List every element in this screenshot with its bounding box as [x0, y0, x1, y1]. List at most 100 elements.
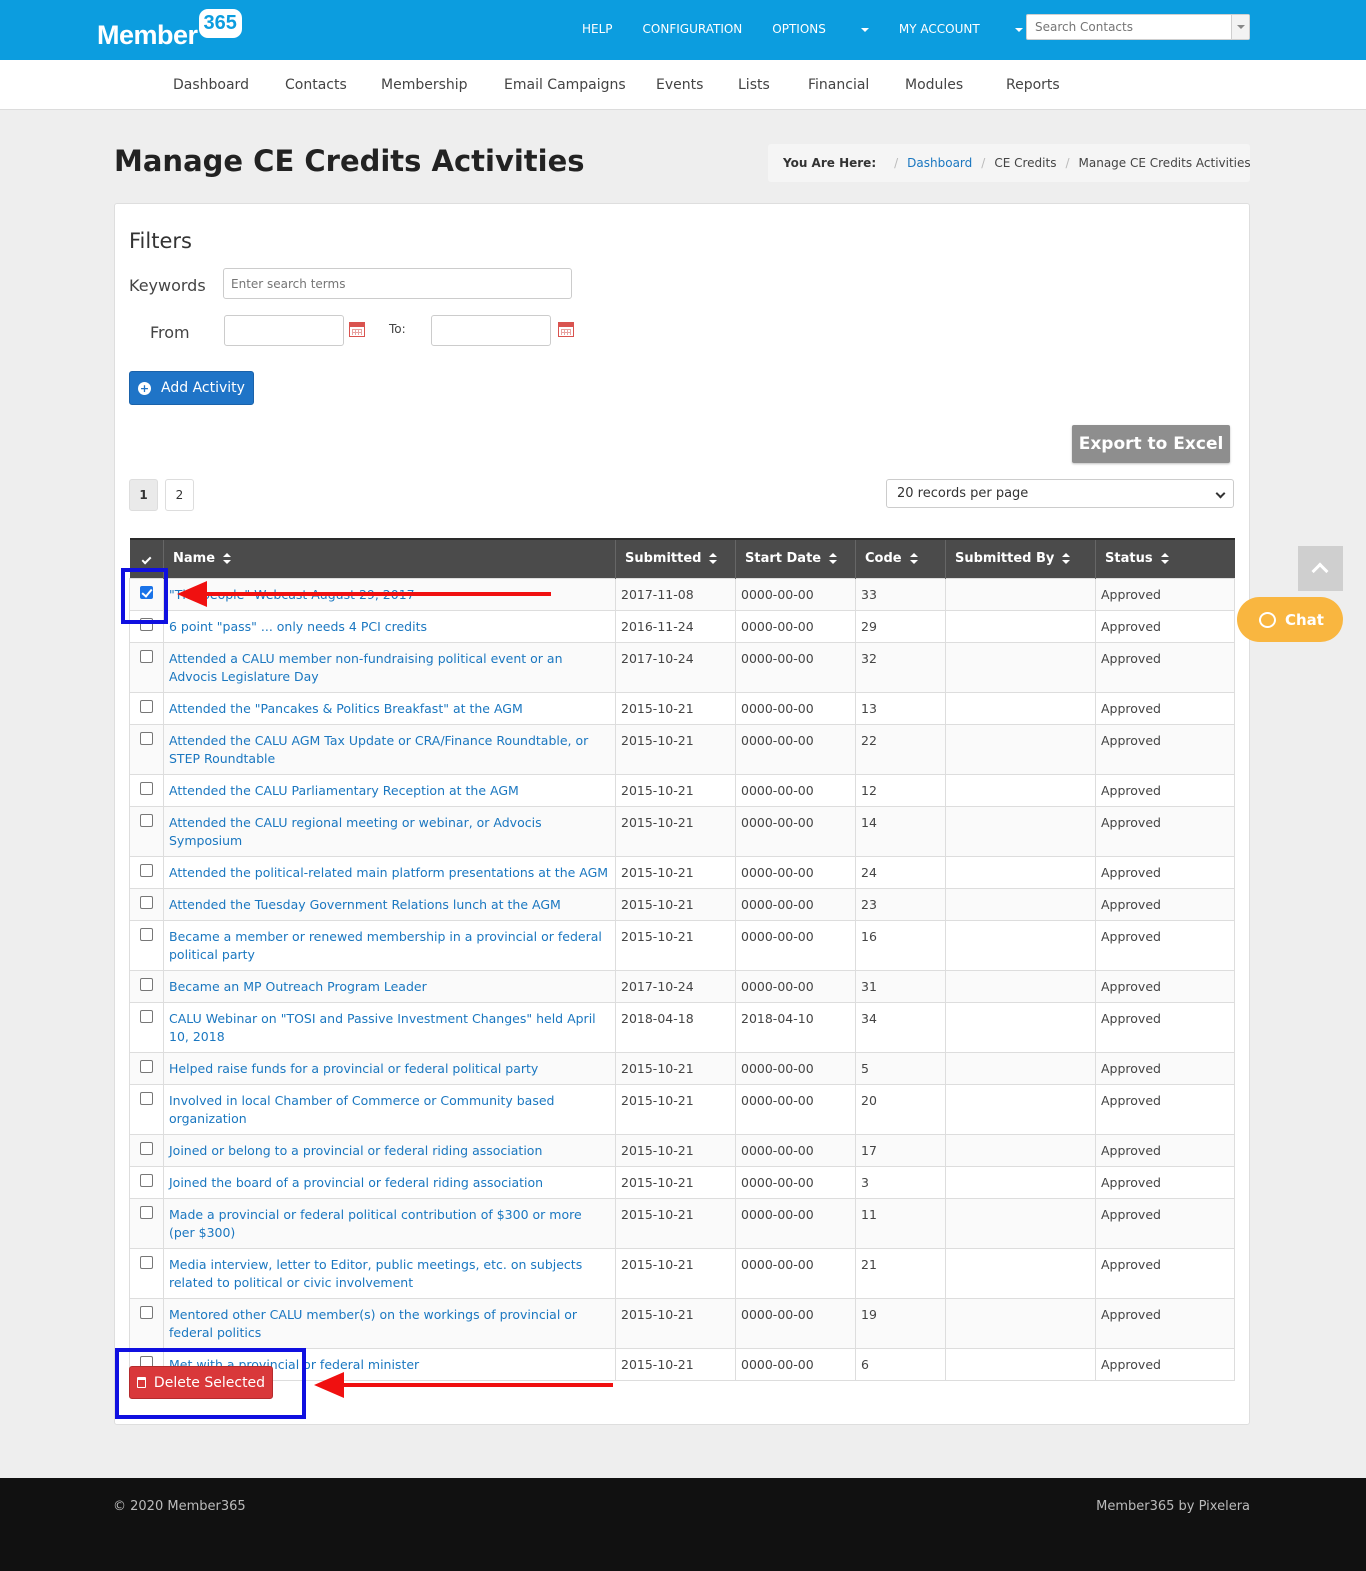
row-checkbox[interactable] [140, 1205, 153, 1219]
activity-name-link[interactable]: Attended the Tuesday Government Relation… [169, 897, 561, 912]
annotation-arrow-line [200, 592, 551, 596]
breadcrumb-dashboard[interactable]: Dashboard [907, 156, 972, 170]
nav-email-campaigns[interactable]: Email Campaigns [504, 77, 626, 93]
column-header-status[interactable]: Status [1095, 538, 1235, 578]
row-checkbox[interactable] [140, 1305, 153, 1319]
column-header-code[interactable]: Code [855, 538, 946, 578]
nav-options[interactable]: OPTIONS [772, 22, 869, 36]
activity-name-link[interactable]: CALU Webinar on "TOSI and Passive Invest… [169, 1011, 596, 1044]
search-contacts-input[interactable] [1027, 15, 1227, 39]
activity-name-link[interactable]: Attended the "Pancakes & Politics Breakf… [169, 701, 523, 716]
column-label: Submitted By [955, 551, 1055, 567]
records-per-page-select[interactable]: 20 records per page [886, 479, 1234, 508]
page-2-button[interactable]: 2 [165, 479, 194, 511]
cell-submitted: 2015-10-21 [615, 887, 736, 921]
nav-financial[interactable]: Financial [808, 77, 869, 93]
cell-submitted: 2015-10-21 [615, 1165, 736, 1199]
nav-contacts[interactable]: Contacts [285, 77, 347, 93]
nav-modules[interactable]: Modules [905, 77, 963, 93]
activity-name-link[interactable]: Mentored other CALU member(s) on the wor… [169, 1307, 577, 1340]
add-activity-label: Add Activity [161, 380, 245, 396]
row-checkbox[interactable] [140, 927, 153, 941]
cell-code: 5 [855, 1051, 946, 1085]
column-header-name[interactable]: Name [163, 538, 616, 578]
cell-status: Approved [1095, 691, 1235, 725]
row-checkbox[interactable] [140, 1173, 153, 1187]
chat-button[interactable]: Chat [1237, 597, 1343, 642]
nav-lists[interactable]: Lists [738, 77, 770, 93]
check-icon [141, 554, 152, 565]
row-checkbox[interactable] [140, 1141, 153, 1155]
page-title: Manage CE Credits Activities [114, 144, 585, 178]
activities-table: Name Submitted Start Date Code Submitted… [129, 538, 1235, 1381]
to-date-input[interactable] [431, 315, 551, 346]
calendar-icon[interactable] [349, 322, 365, 337]
nav-events[interactable]: Events [656, 77, 703, 93]
row-checkbox[interactable] [140, 813, 153, 827]
row-checkbox[interactable] [140, 1059, 153, 1073]
row-checkbox[interactable] [140, 1091, 153, 1105]
scroll-to-top-button[interactable] [1298, 546, 1343, 591]
row-checkbox[interactable] [140, 977, 153, 991]
calendar-icon[interactable] [558, 322, 574, 337]
activity-name-link[interactable]: Attended the CALU Parliamentary Receptio… [169, 783, 519, 798]
column-label: Code [865, 551, 902, 567]
keywords-input[interactable] [223, 268, 572, 299]
activity-name-link[interactable]: Joined or belong to a provincial or fede… [169, 1143, 542, 1158]
search-dropdown-toggle[interactable] [1231, 15, 1249, 39]
cell-submitted-by [945, 1133, 1096, 1167]
cell-submitted-by [945, 641, 1096, 693]
cell-name: Helped raise funds for a provincial or f… [163, 1051, 616, 1085]
row-checkbox[interactable] [140, 1255, 153, 1269]
activity-name-link[interactable]: Media interview, letter to Editor, publi… [169, 1257, 582, 1290]
activity-name-link[interactable]: Became an MP Outreach Program Leader [169, 979, 427, 994]
activity-name-link[interactable]: Attended the CALU regional meeting or we… [169, 815, 542, 848]
activity-name-link[interactable]: Helped raise funds for a provincial or f… [169, 1061, 538, 1076]
column-header-submitted-by[interactable]: Submitted By [945, 538, 1096, 578]
nav-dashboard[interactable]: Dashboard [173, 77, 249, 93]
cell-status: Approved [1095, 609, 1235, 643]
row-checkbox[interactable] [140, 731, 153, 745]
activity-name-link[interactable]: Attended a CALU member non-fundraising p… [169, 651, 563, 684]
cell-submitted-by [945, 969, 1096, 1003]
row-checkbox[interactable] [140, 1009, 153, 1023]
activity-name-link[interactable]: Made a provincial or federal political c… [169, 1207, 582, 1240]
nav-configuration[interactable]: CONFIGURATION [643, 22, 743, 36]
row-checkbox[interactable] [140, 781, 153, 795]
table-row: Attended the "Pancakes & Politics Breakf… [129, 691, 1235, 725]
cell-status: Approved [1095, 1001, 1235, 1053]
cell-submitted: 2015-10-21 [615, 1133, 736, 1167]
cell-start-date: 0000-00-00 [735, 887, 856, 921]
row-checkbox[interactable] [140, 699, 153, 713]
nav-help[interactable]: HELP [582, 22, 613, 36]
activity-name-link[interactable]: 6 point "pass" ... only needs 4 PCI cred… [169, 619, 427, 634]
cell-submitted-by [945, 855, 1096, 889]
cell-start-date: 0000-00-00 [735, 1133, 856, 1167]
add-activity-button[interactable]: + Add Activity [129, 371, 254, 405]
page-1-button[interactable]: 1 [129, 479, 158, 511]
nav-membership[interactable]: Membership [381, 77, 468, 93]
cell-status: Approved [1095, 1083, 1235, 1135]
cell-submitted-by [945, 919, 1096, 971]
activity-name-link[interactable]: Became a member or renewed membership in… [169, 929, 602, 962]
activity-name-link[interactable]: Joined the board of a provincial or fede… [169, 1175, 543, 1190]
from-date-input[interactable] [224, 315, 344, 346]
cell-status: Approved [1095, 969, 1235, 1003]
sort-icon [829, 553, 838, 565]
export-to-excel-button[interactable]: Export to Excel [1072, 425, 1230, 463]
nav-my-account[interactable]: MY ACCOUNT [899, 22, 1023, 36]
activity-name-link[interactable]: Involved in local Chamber of Commerce or… [169, 1093, 554, 1126]
cell-submitted: 2015-10-21 [615, 723, 736, 775]
filters-heading: Filters [129, 229, 192, 253]
cell-code: 20 [855, 1083, 946, 1135]
activity-name-link[interactable]: Attended the CALU AGM Tax Update or CRA/… [169, 733, 588, 766]
member365-logo[interactable]: Member 365 [97, 9, 242, 50]
row-checkbox[interactable] [140, 863, 153, 877]
nav-reports[interactable]: Reports [1006, 77, 1060, 93]
activity-name-link[interactable]: Attended the political-related main plat… [169, 865, 608, 880]
row-checkbox[interactable] [140, 649, 153, 663]
column-header-start-date[interactable]: Start Date [735, 538, 856, 578]
row-checkbox[interactable] [140, 895, 153, 909]
row-select-cell [129, 641, 164, 693]
column-header-submitted[interactable]: Submitted [615, 538, 736, 578]
